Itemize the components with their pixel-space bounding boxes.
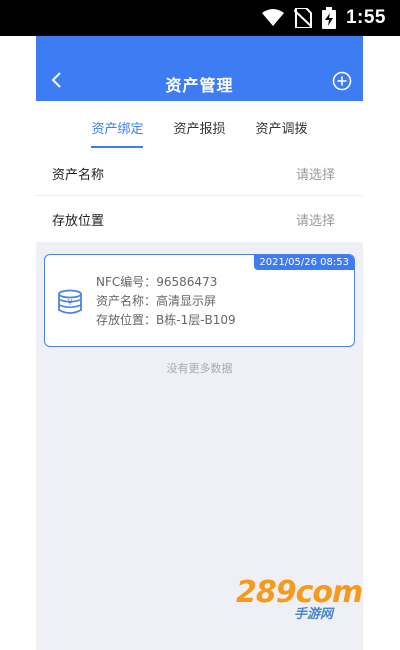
status-time: 1:55 [345,7,386,28]
asset-name-field[interactable]: 资产名称 请选择 [36,151,363,196]
tab-asset-transfer[interactable]: 资产调拨 [256,101,308,151]
no-sim-icon [293,8,312,28]
wifi-icon [261,9,284,27]
asset-name-select[interactable]: 请选择 [296,164,335,183]
location-label: 存放位置 [52,213,105,229]
record-nfc-number: NFC编号：96586473 [96,275,218,289]
app-header: 资产管理 [36,36,363,101]
record-location: 存放位置：B栋-1层-B109 [96,313,236,327]
watermark-logo: 289com 手游网 [236,575,376,627]
add-circle-icon [332,71,352,91]
location-select[interactable]: 请选择 [296,210,335,229]
watermark-subtitle: 手游网 [294,607,334,622]
record-asset-name: 资产名称：高清显示屏 [96,294,217,308]
status-bar: 1:55 [0,0,400,36]
tab-asset-binding[interactable]: 资产绑定 [91,101,144,151]
page-title: 资产管理 [165,76,234,95]
svg-text:¥: ¥ [67,298,72,307]
asset-name-label: 资产名称 [52,167,105,183]
tab-asset-loss[interactable]: 资产报损 [173,101,225,151]
record-date-badge: 2021/05/26 08:53 [254,255,354,270]
coin-stack-icon: ¥ [58,289,82,314]
tab-bar: 资产绑定 资产报损 资产调拨 [36,101,363,151]
no-more-data-text: 没有更多数据 [166,362,233,375]
add-button[interactable] [331,70,353,92]
asset-record-card[interactable]: 2021/05/26 08:53 ¥ NFC编号：96586473 资产名称：高… [44,254,355,347]
app-screen: 资产管理 资产绑定 资产报损 资产调拨 资产名称 请选择 存放位置 请选择 20… [36,36,363,650]
record-details: NFC编号：96586473 资产名称：高清显示屏 存放位置：B栋-1层-B10… [96,273,236,330]
battery-charging-icon [321,7,336,29]
location-field[interactable]: 存放位置 请选择 [36,196,363,242]
status-icons: 1:55 [261,6,386,30]
